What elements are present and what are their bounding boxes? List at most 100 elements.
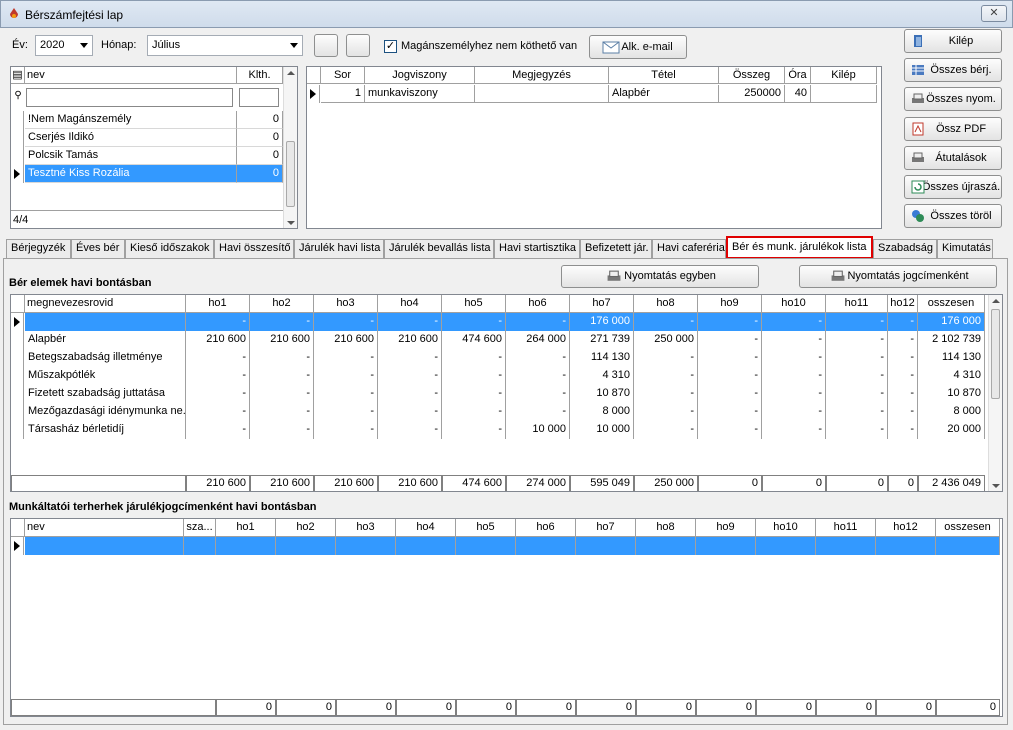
month-value[interactable]: - [826,421,888,439]
tab-9[interactable]: Bér és munk. járulékok lista [726,236,873,259]
row-label[interactable]: Fizetett szabadság juttatása [25,385,186,403]
month-value[interactable]: - [442,367,506,385]
col-header-item[interactable]: Megjegyzés [475,67,609,84]
col-header-ho10[interactable]: ho10 [762,295,826,313]
month-value[interactable]: 4 310 [918,367,985,385]
month-value[interactable]: 474 600 [442,331,506,349]
row-indicator[interactable] [11,537,24,555]
col-header-ho9[interactable]: ho9 [696,519,756,537]
blank-button-2[interactable] [346,34,370,57]
tab-0[interactable]: Bérjegyzék [6,239,71,258]
col-header-item[interactable]: Tétel [609,67,719,84]
col-header-ho11[interactable]: ho11 [816,519,876,537]
month-value[interactable]: - [442,403,506,421]
month-value[interactable]: - [698,385,762,403]
month-value[interactable]: - [762,421,826,439]
grid-settings-icon[interactable] [11,519,25,537]
col-header-ho3[interactable]: ho3 [314,295,378,313]
month-value[interactable]: - [186,367,250,385]
month-value[interactable]: - [698,331,762,349]
month-value[interactable]: - [314,313,378,331]
month-value[interactable]: - [250,349,314,367]
pdf-button[interactable]: Össz PDF [904,117,1002,141]
month-value[interactable]: 271 739 [570,331,634,349]
month-value[interactable]: - [762,367,826,385]
row-label[interactable]: Műszakpótlék [25,367,186,385]
row-label[interactable] [25,313,186,331]
month-value[interactable]: - [888,385,918,403]
wage-scrollbar[interactable] [988,295,1002,491]
tab-2[interactable]: Kieső időszakok [125,239,214,258]
month-value[interactable]: - [762,403,826,421]
month-value[interactable]: 114 130 [570,349,634,367]
empty-cell[interactable] [576,537,636,555]
empty-cell[interactable] [184,537,216,555]
month-value[interactable]: 10 000 [506,421,570,439]
month-value[interactable]: - [442,313,506,331]
row-label[interactable]: Mezőgazdasági idénymunka ne... [25,403,186,421]
col-header-item[interactable]: Sor [321,67,365,84]
col-header-ho2[interactable]: ho2 [276,519,336,537]
month-value[interactable]: - [634,313,698,331]
month-value[interactable]: 4 310 [570,367,634,385]
empty-cell[interactable] [456,537,516,555]
empty-cell[interactable] [876,537,936,555]
month-value[interactable]: 210 600 [314,331,378,349]
month-value[interactable]: - [314,421,378,439]
month-value[interactable]: - [506,367,570,385]
month-value[interactable]: 20 000 [918,421,985,439]
month-value[interactable]: - [314,385,378,403]
month-value[interactable]: 264 000 [506,331,570,349]
col-header-ho5[interactable]: ho5 [456,519,516,537]
tab-8[interactable]: Havi caferéria [652,239,726,258]
grid-settings-icon[interactable]: ▤ [11,67,25,84]
month-value[interactable]: - [378,421,442,439]
empty-cell[interactable] [216,537,276,555]
month-value[interactable]: - [826,385,888,403]
scroll-down-icon[interactable] [992,484,1000,488]
month-value[interactable]: 210 600 [250,331,314,349]
month-value[interactable]: - [888,367,918,385]
month-value[interactable]: - [378,403,442,421]
col-header-osszesen[interactable]: osszesen [918,295,985,313]
month-value[interactable]: 176 000 [918,313,985,331]
month-value[interactable]: 2 102 739 [918,331,985,349]
tab-5[interactable]: Járulék bevallás lista [384,239,494,258]
col-header-ho8[interactable]: ho8 [636,519,696,537]
scroll-thumb[interactable] [286,141,295,207]
col-header-osszesen[interactable]: osszesen [936,519,1000,537]
person-klth[interactable]: 0 [237,129,283,147]
month-value[interactable]: - [186,421,250,439]
item-cell[interactable] [811,85,877,103]
col-header-ho6[interactable]: ho6 [516,519,576,537]
scroll-up-icon[interactable] [287,71,295,75]
month-value[interactable]: - [378,349,442,367]
col-header-ho1[interactable]: ho1 [216,519,276,537]
month-value[interactable]: - [826,367,888,385]
row-label[interactable]: Alapbér [25,331,186,349]
month-value[interactable]: - [698,349,762,367]
col-header-sza[interactable]: sza... [184,519,216,537]
month-value[interactable]: 114 130 [918,349,985,367]
row-indicator[interactable] [11,313,24,331]
col-header-ho12[interactable]: ho12 [888,295,918,313]
col-header-ho1[interactable]: ho1 [186,295,250,313]
item-cell[interactable]: 250000 [719,85,785,103]
month-value[interactable]: - [888,421,918,439]
empty-cell[interactable] [936,537,1000,555]
item-cell[interactable]: Alapbér [609,85,719,103]
person-name[interactable]: !Nem Magánszemély [25,111,237,129]
col-header-ho12[interactable]: ho12 [876,519,936,537]
empty-cell[interactable] [636,537,696,555]
month-value[interactable]: - [634,403,698,421]
month-value[interactable]: - [698,367,762,385]
month-value[interactable]: - [506,313,570,331]
col-header-ho4[interactable]: ho4 [396,519,456,537]
person-name[interactable]: Cserjés Ildikó [25,129,237,147]
month-value[interactable]: - [826,331,888,349]
print-by-title-button[interactable]: Nyomtatás jogcímenként [799,265,997,288]
month-value[interactable]: - [186,349,250,367]
tab-4[interactable]: Járulék havi lista [294,239,384,258]
row-indicator[interactable] [11,165,24,183]
month-value[interactable]: - [698,421,762,439]
